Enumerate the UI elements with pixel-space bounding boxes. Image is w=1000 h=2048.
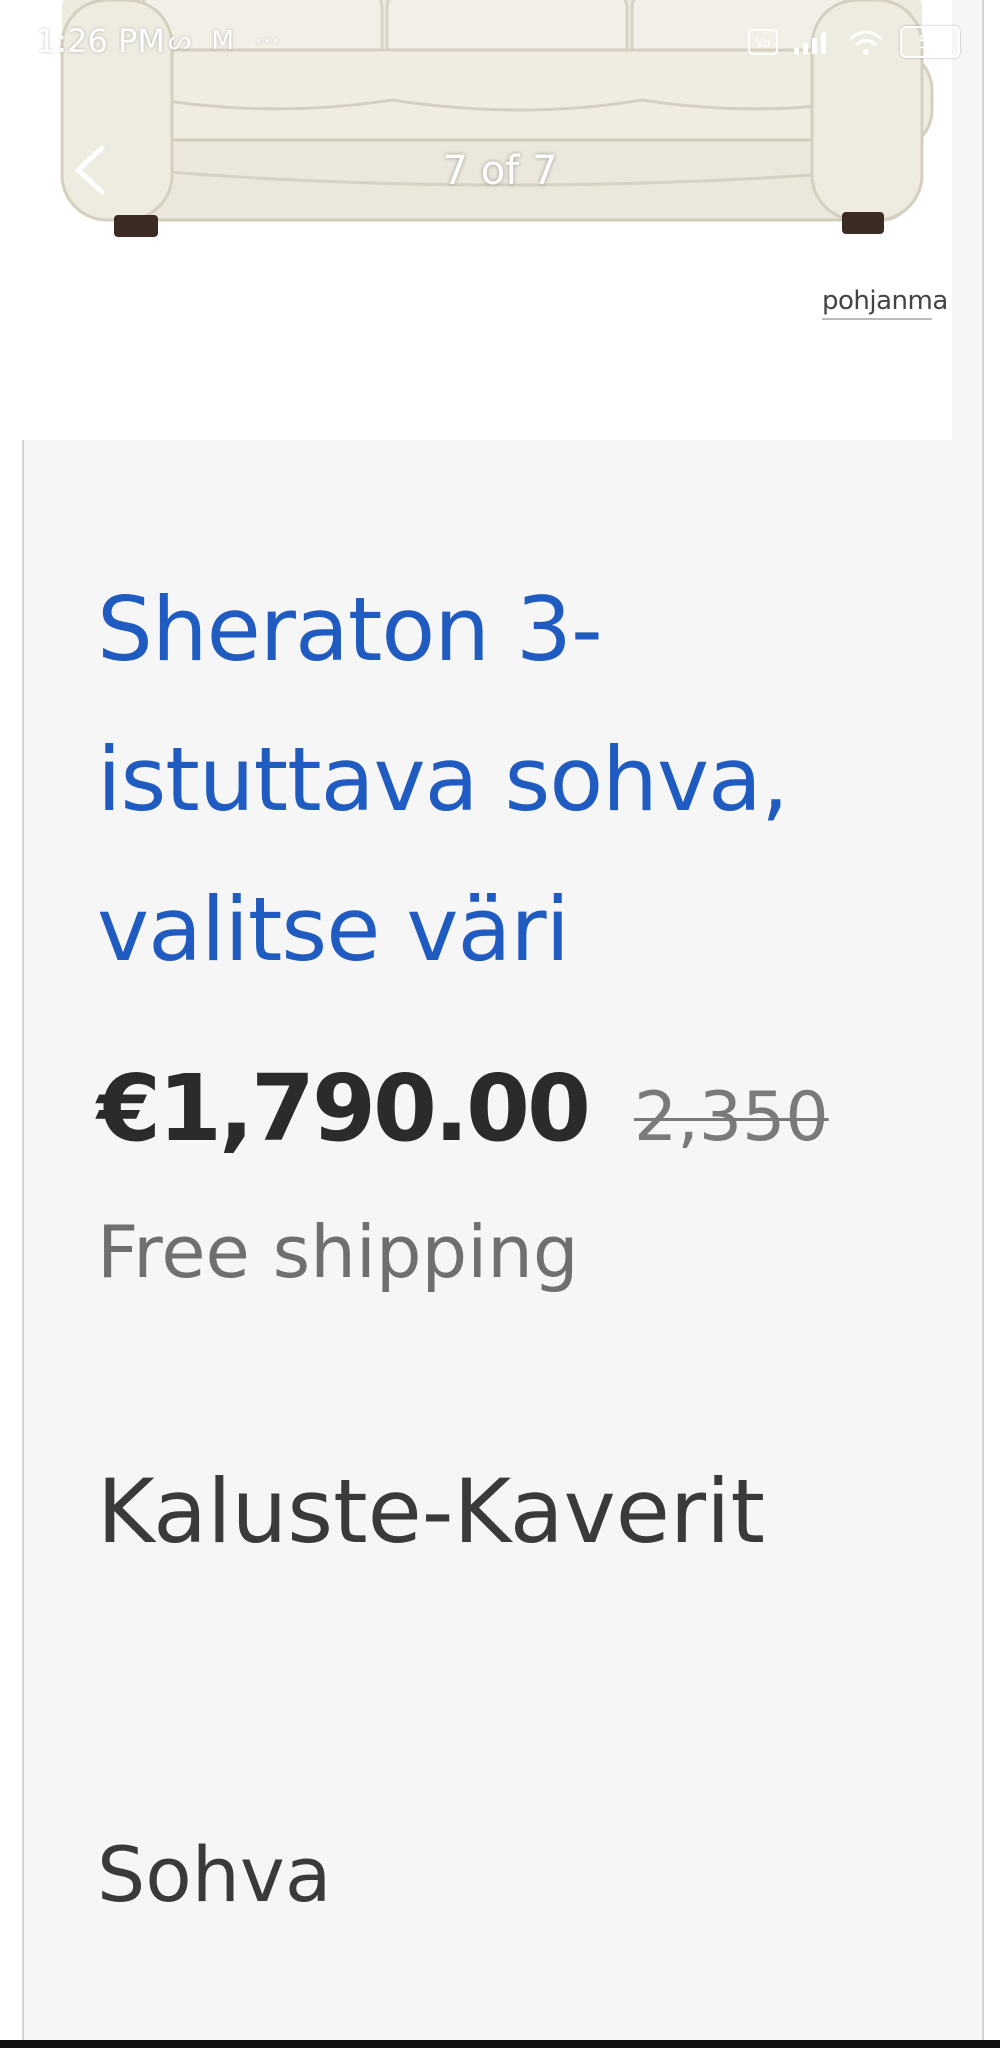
status-time: 1:26 PM — [36, 22, 165, 60]
original-price: 2,350 — [634, 1078, 829, 1157]
brand-logo-underline — [822, 318, 932, 320]
gmail-icon: M — [211, 26, 240, 56]
svg-text:Vo: Vo — [756, 36, 771, 50]
seller-name[interactable]: Kaluste-Kaverit — [97, 1460, 765, 1563]
battery-level: 55 — [918, 31, 942, 53]
wifi-icon — [849, 30, 883, 55]
notification-icons: ᔕ M ⋯ — [168, 26, 286, 56]
current-price: €1,790.00 — [97, 1055, 591, 1162]
s-app-icon: ᔕ — [168, 26, 198, 56]
product-category[interactable]: Sohva — [97, 1830, 331, 1919]
gallery-nav: 7 of 7 — [0, 140, 1000, 210]
notification-icon: ⋯ — [254, 26, 287, 56]
signal-icon — [794, 32, 826, 54]
status-right-icons: Vo 55 — [748, 26, 960, 58]
brand-logo: pohjanma — [822, 286, 948, 320]
price-row: €1,790.00 2,350 — [97, 1055, 829, 1162]
status-bar: 1:26 PM ᔕ M ⋯ Vo 55 — [0, 0, 1000, 90]
shipping-info: Free shipping — [97, 1210, 579, 1294]
bottom-edge — [0, 2040, 1000, 2048]
volte-icon: Vo — [748, 29, 778, 55]
screen: pohjanma 1:26 PM ᔕ M ⋯ Vo 55 7 of 7 Sher… — [0, 0, 1000, 2048]
battery-icon: 55 — [900, 26, 960, 58]
brand-logo-text: pohjanma — [822, 286, 948, 316]
image-counter: 7 of 7 — [442, 148, 558, 194]
product-title: Sheraton 3-istuttava sohva, valitse väri — [97, 578, 789, 981]
